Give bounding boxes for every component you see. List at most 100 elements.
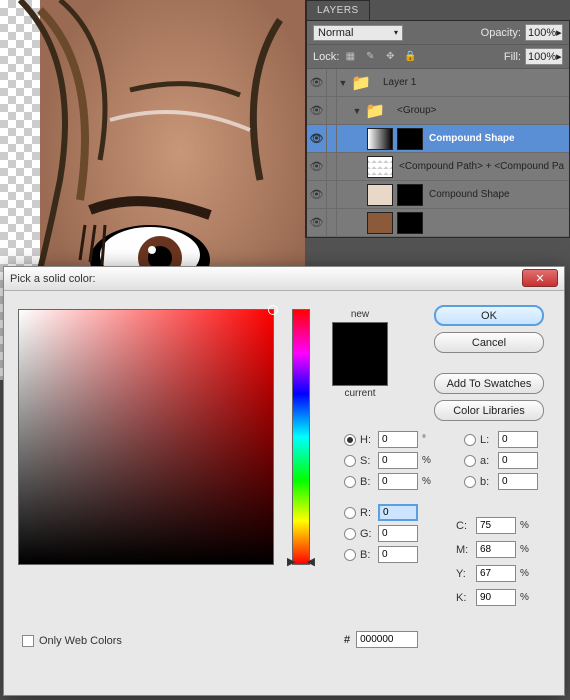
layer-thumbnail[interactable] — [367, 212, 393, 234]
disclosure-triangle[interactable]: ▼ — [337, 78, 349, 88]
opacity-field[interactable]: 100%▸ — [525, 24, 563, 41]
ok-button[interactable]: OK — [434, 305, 544, 326]
visibility-toggle[interactable]: 👁 — [307, 69, 327, 96]
hex-input[interactable] — [356, 631, 418, 648]
l-label: L: — [480, 434, 496, 446]
folder-icon: 📁 — [351, 72, 377, 94]
visibility-toggle[interactable]: 👁 — [307, 97, 327, 124]
h-input[interactable] — [378, 431, 418, 448]
lab-b-input[interactable] — [498, 473, 538, 490]
layers-panel: LAYERS Normal ▾ Opacity: 100%▸ Lock: ▦ ✎… — [305, 0, 570, 238]
b-hsb-label: B: — [360, 476, 376, 488]
layer-thumbnail[interactable] — [367, 184, 393, 206]
h-label: H: — [360, 434, 376, 446]
folder-icon: 📁 — [365, 100, 391, 122]
chevron-right-icon: ▸ — [556, 50, 562, 63]
y-label: Y: — [456, 568, 474, 580]
rgb-b-radio[interactable] — [344, 549, 356, 561]
s-radio[interactable] — [344, 455, 356, 467]
k-label: K: — [456, 592, 474, 604]
add-to-swatches-button[interactable]: Add To Swatches — [434, 373, 544, 394]
blend-mode-dropdown[interactable]: Normal ▾ — [313, 25, 403, 41]
lab-b-label: b: — [480, 476, 496, 488]
r-input[interactable] — [378, 504, 418, 521]
mask-thumbnail[interactable] — [397, 128, 423, 150]
a-input[interactable] — [498, 452, 538, 469]
lock-transparency-icon[interactable]: ▦ — [343, 50, 357, 64]
color-field[interactable] — [18, 309, 274, 565]
layer-item[interactable]: 👁 Compound Shape — [307, 181, 569, 209]
m-label: M: — [456, 544, 474, 556]
lock-label: Lock: — [313, 51, 339, 63]
lock-all-icon[interactable]: 🔒 — [403, 50, 417, 64]
g-input[interactable] — [378, 525, 418, 542]
layers-tab[interactable]: LAYERS — [306, 0, 370, 20]
rgb-b-label: B: — [360, 549, 376, 561]
layer-thumbnail[interactable] — [367, 156, 393, 178]
layer-thumbnail[interactable] — [367, 128, 393, 150]
layer-label: <Group> — [393, 105, 436, 116]
s-input[interactable] — [378, 452, 418, 469]
k-input[interactable] — [476, 589, 516, 606]
layer-item[interactable]: 👁 ▼ 📁 <Group> — [307, 97, 569, 125]
layer-item-selected[interactable]: 👁 Compound Shape — [307, 125, 569, 153]
dialog-titlebar[interactable]: Pick a solid color: ✕ — [4, 267, 564, 291]
r-radio[interactable] — [344, 507, 356, 519]
color-cursor — [268, 305, 278, 315]
y-input[interactable] — [476, 565, 516, 582]
mask-thumbnail[interactable] — [397, 212, 423, 234]
lock-position-icon[interactable]: ✥ — [383, 50, 397, 64]
b-hsb-input[interactable] — [378, 473, 418, 490]
s-label: S: — [360, 455, 376, 467]
fill-label: Fill: — [504, 51, 521, 63]
visibility-toggle[interactable]: 👁 — [307, 125, 327, 152]
visibility-toggle[interactable]: 👁 — [307, 153, 327, 180]
web-colors-checkbox[interactable] — [22, 635, 34, 647]
layer-label: Compound Shape — [425, 133, 515, 144]
lab-b-radio[interactable] — [464, 476, 476, 488]
blend-mode-value: Normal — [318, 27, 353, 39]
lock-paint-icon[interactable]: ✎ — [363, 50, 377, 64]
chevron-down-icon: ▾ — [394, 28, 398, 37]
g-radio[interactable] — [344, 528, 356, 540]
color-preview — [332, 322, 388, 386]
disclosure-triangle[interactable]: ▼ — [351, 106, 363, 116]
m-input[interactable] — [476, 541, 516, 558]
opacity-label: Opacity: — [481, 27, 521, 39]
rgb-b-input[interactable] — [378, 546, 418, 563]
l-radio[interactable] — [464, 434, 476, 446]
a-radio[interactable] — [464, 455, 476, 467]
mask-thumbnail[interactable] — [397, 184, 423, 206]
dialog-title: Pick a solid color: — [10, 273, 96, 285]
layer-item[interactable]: 👁 ▼ 📁 Layer 1 — [307, 69, 569, 97]
layer-label: Compound Shape — [425, 189, 510, 200]
color-picker-dialog: Pick a solid color: ✕ ▶◀ new current OK … — [3, 266, 565, 696]
layer-label: <Compound Path> + <Compound Pa — [395, 161, 564, 172]
l-input[interactable] — [498, 431, 538, 448]
c-input[interactable] — [476, 517, 516, 534]
visibility-toggle[interactable]: 👁 — [307, 209, 327, 236]
layer-item[interactable]: 👁 — [307, 209, 569, 237]
lock-icons-group: ▦ ✎ ✥ 🔒 — [343, 50, 417, 64]
current-label: current — [332, 388, 388, 399]
hex-label: # — [344, 634, 350, 646]
chevron-right-icon: ▸ — [556, 26, 562, 39]
cancel-button[interactable]: Cancel — [434, 332, 544, 353]
a-label: a: — [480, 455, 496, 467]
b-radio[interactable] — [344, 476, 356, 488]
new-label: new — [332, 309, 388, 320]
c-label: C: — [456, 520, 474, 532]
web-colors-label: Only Web Colors — [39, 635, 122, 647]
visibility-toggle[interactable]: 👁 — [307, 181, 327, 208]
fill-field[interactable]: 100%▸ — [525, 48, 563, 65]
layer-label: Layer 1 — [379, 77, 416, 88]
layer-item[interactable]: 👁 <Compound Path> + <Compound Pa — [307, 153, 569, 181]
layer-list: 👁 ▼ 📁 Layer 1 👁 ▼ 📁 <Group> 👁 Compound S… — [307, 69, 569, 237]
r-label: R: — [360, 507, 376, 519]
hue-slider[interactable]: ▶◀ — [292, 309, 310, 565]
close-icon: ✕ — [535, 272, 544, 285]
g-label: G: — [360, 528, 376, 540]
h-radio[interactable] — [344, 434, 356, 446]
close-button[interactable]: ✕ — [522, 269, 558, 287]
color-libraries-button[interactable]: Color Libraries — [434, 400, 544, 421]
